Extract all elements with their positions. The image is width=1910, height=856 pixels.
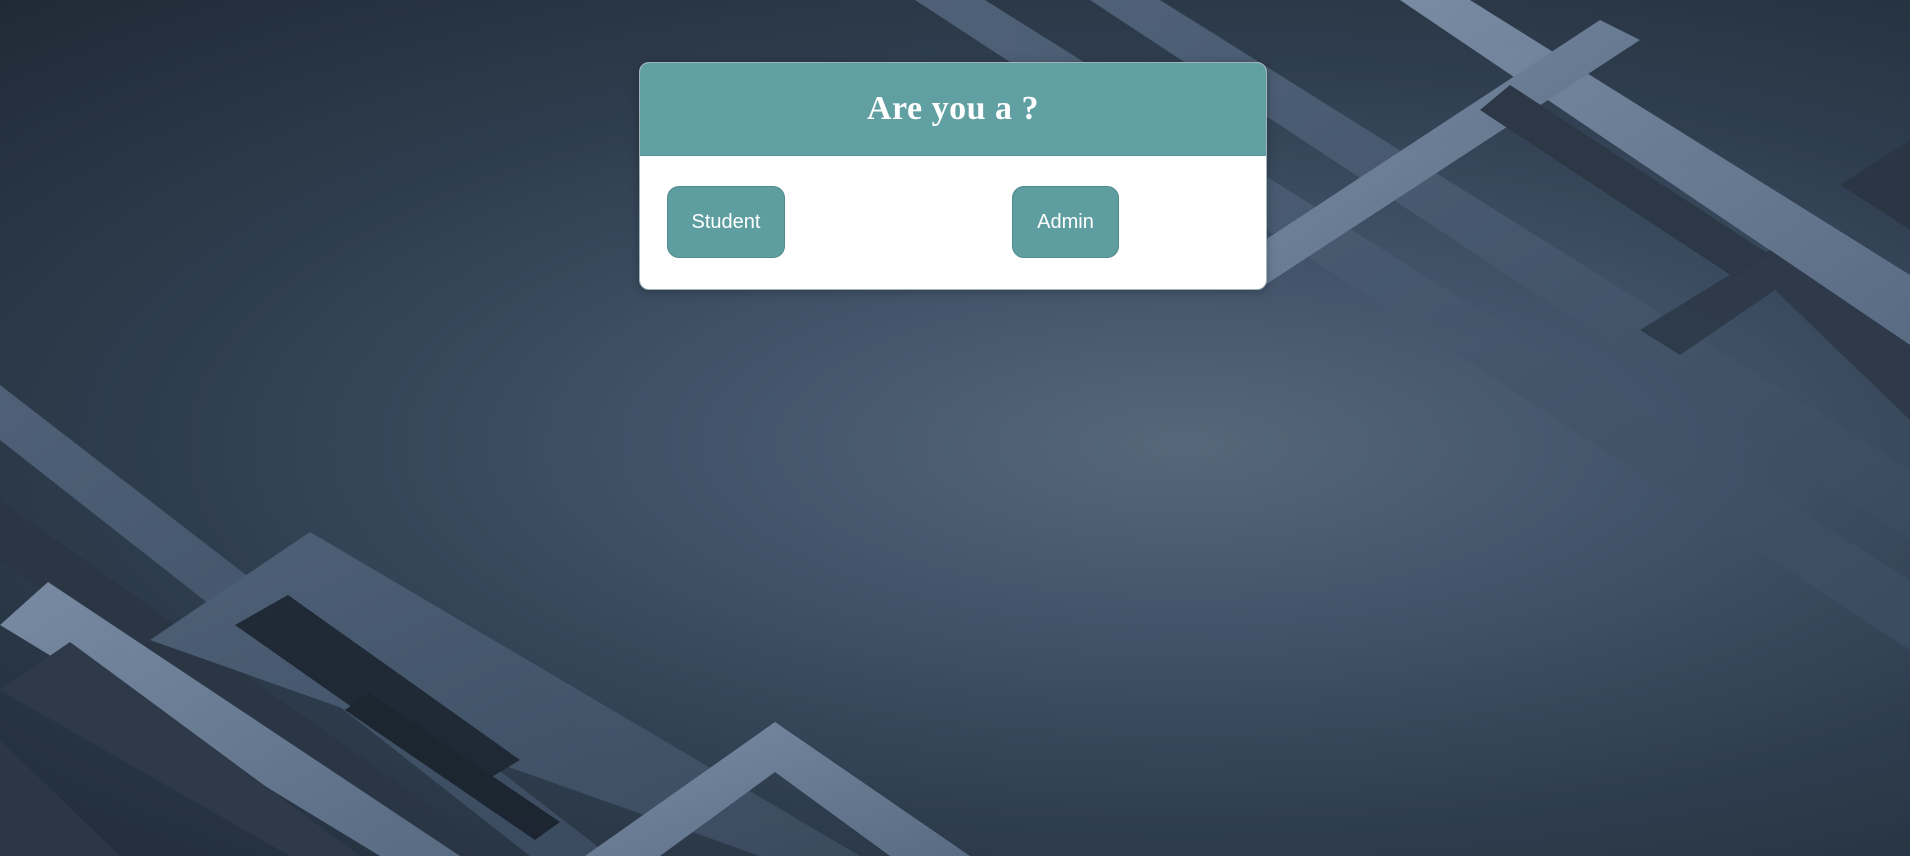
admin-button[interactable]: Admin	[1012, 186, 1119, 258]
dialog-header: Are you a ?	[640, 63, 1266, 156]
dialog-title: Are you a ?	[866, 90, 1040, 127]
student-button[interactable]: Student	[667, 186, 785, 258]
